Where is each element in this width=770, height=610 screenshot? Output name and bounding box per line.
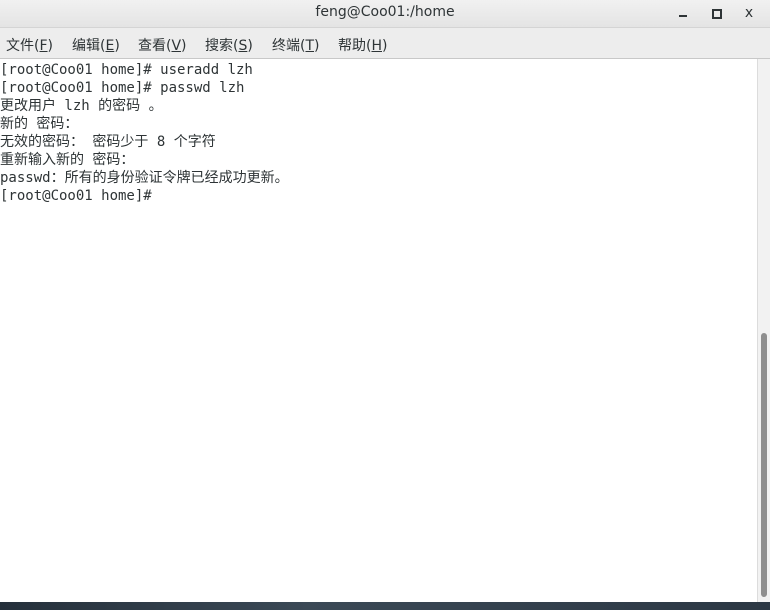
terminal-line: 重新输入新的 密码： [0,152,135,168]
window-title: feng@Coo01:/home [315,4,455,20]
minimize-button[interactable] [672,3,694,23]
menu-search[interactable]: 搜索(S) [205,35,253,55]
menu-terminal[interactable]: 终端(T) [272,35,320,55]
menu-view[interactable]: 查看(V) [138,35,187,55]
terminal-line: passwd：所有的身份验证令牌已经成功更新。 [0,170,289,186]
terminal-output[interactable]: [root@Coo01 home]# useradd lzh [root@Coo… [0,59,757,602]
maximize-icon [712,9,722,19]
menu-help[interactable]: 帮助(H) [338,35,387,55]
terminal-window: feng@Coo01:/home x 文件(F) 编辑(E) 查看(V) 搜索(… [0,0,770,602]
menu-file[interactable]: 文件(F) [6,35,53,55]
terminal-line: 更改用户 lzh 的密码 。 [0,98,163,114]
terminal-line: 新的 密码： [0,116,79,132]
terminal-line: 无效的密码： 密码少于 8 个字符 [0,134,216,150]
vertical-scrollbar[interactable] [757,59,770,602]
terminal-line: [root@Coo01 home]# passwd lzh [0,80,245,96]
close-button[interactable]: x [738,3,760,23]
terminal-line: [root@Coo01 home]# useradd lzh [0,62,253,78]
menu-bar: 文件(F) 编辑(E) 查看(V) 搜索(S) 终端(T) 帮助(H) [0,28,770,59]
menu-edit[interactable]: 编辑(E) [72,35,120,55]
title-bar[interactable]: feng@Coo01:/home x [0,0,770,28]
minimize-icon [679,15,687,17]
desktop-background [0,602,770,610]
close-icon: x [744,5,754,21]
scrollbar-thumb[interactable] [761,333,767,597]
maximize-button[interactable] [705,3,727,23]
terminal-prompt: [root@Coo01 home]# [0,188,161,204]
